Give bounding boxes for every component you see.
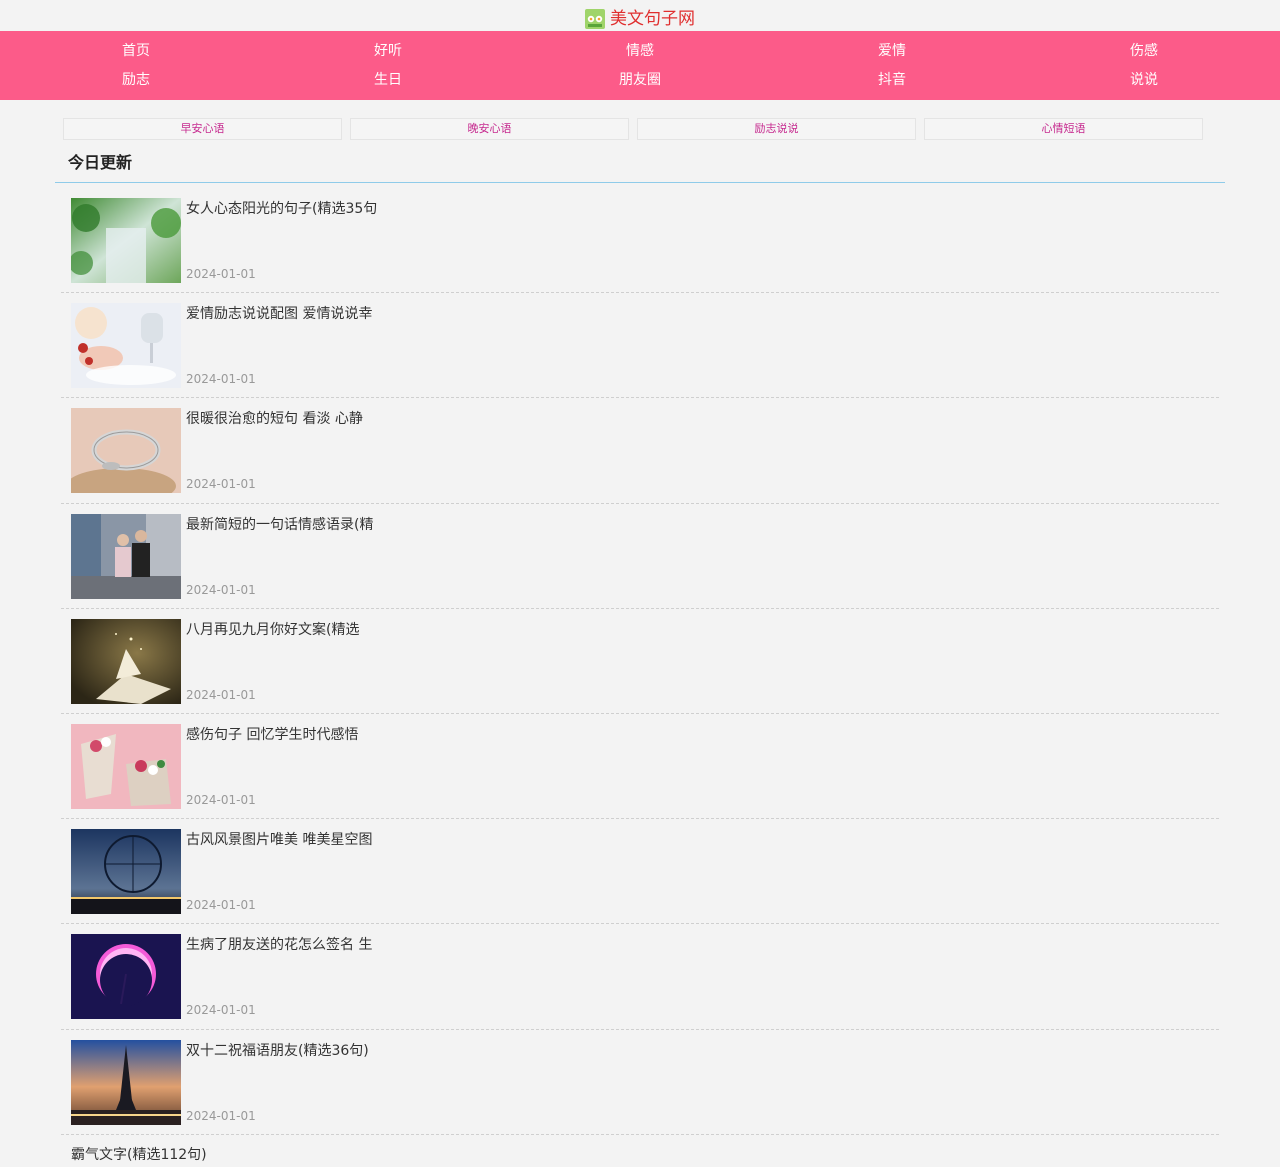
nav-item-nice[interactable]: 好听	[262, 37, 514, 66]
nav-item-shuoshuo[interactable]: 说说	[1018, 66, 1270, 95]
quick-link-inspire[interactable]: 励志说说	[637, 118, 916, 140]
article-thumbnail[interactable]	[71, 829, 181, 915]
nav-item-home[interactable]: 首页	[10, 37, 262, 66]
article-title[interactable]: 最新简短的一句话情感语录(精	[186, 515, 373, 535]
article-date: 2024-01-01	[186, 582, 256, 597]
nav-item-inspire[interactable]: 励志	[10, 66, 262, 95]
nav-item-birthday[interactable]: 生日	[262, 66, 514, 95]
site-name: 美文句子网	[610, 9, 695, 29]
article-title[interactable]: 女人心态阳光的句子(精选35句	[186, 199, 377, 219]
list-item[interactable]: 女人心态阳光的句子(精选35句 2024-01-01	[61, 188, 1219, 294]
list-item[interactable]: 双十二祝福语朋友(精选36句) 2024-01-01	[61, 1030, 1219, 1135]
article-list: 女人心态阳光的句子(精选35句 2024-01-01 爱情励志说说配图 爱情说说…	[61, 188, 1219, 1135]
article-title[interactable]: 双十二祝福语朋友(精选36句)	[186, 1041, 369, 1061]
article-title[interactable]: 很暖很治愈的短句 看淡 心静	[186, 409, 363, 429]
article-date: 2024-01-01	[186, 477, 256, 492]
nav-item-emotion[interactable]: 情感	[514, 37, 766, 66]
site-header: 美文句子网	[0, 0, 1280, 31]
article-title[interactable]: 感伤句子 回忆学生时代感悟	[186, 725, 358, 745]
list-item[interactable]: 最新简短的一句话情感语录(精 2024-01-01	[61, 504, 1219, 609]
article-date: 2024-01-01	[186, 267, 256, 281]
open-book-image	[71, 618, 181, 704]
section-divider	[55, 182, 1225, 183]
main-nav: 首页 好听 情感 爱情 伤感 励志 生日 朋友圈 抖音 说说	[0, 31, 1280, 100]
article-thumbnail[interactable]	[71, 1039, 181, 1125]
article-thumbnail[interactable]	[71, 303, 181, 389]
list-item[interactable]: 八月再见九月你好文案(精选 2024-01-01	[61, 609, 1219, 714]
couple-street-image	[71, 513, 181, 599]
flower-logo-icon	[585, 9, 605, 29]
crescent-moon-image	[71, 934, 181, 1020]
article-date: 2024-01-01	[186, 687, 256, 702]
article-title[interactable]: 八月再见九月你好文案(精选	[186, 620, 359, 640]
nav-item-moments[interactable]: 朋友圈	[514, 66, 766, 95]
quick-link-morning[interactable]: 早安心语	[63, 118, 342, 140]
green-leaves-image	[71, 198, 181, 283]
article-thumbnail[interactable]	[71, 723, 181, 809]
list-item[interactable]: 爱情励志说说配图 爱情说说幸 2024-01-01	[61, 293, 1219, 399]
article-thumbnail[interactable]	[71, 513, 181, 599]
list-item[interactable]: 古风风景图片唯美 唯美星空图 2024-01-01	[61, 819, 1219, 925]
flower-bouquet-image	[71, 723, 181, 809]
article-thumbnail[interactable]	[71, 198, 181, 283]
article-date: 2024-01-01	[186, 1003, 256, 1018]
article-thumbnail[interactable]	[71, 934, 181, 1020]
article-date: 2024-01-01	[186, 372, 256, 387]
site-logo-link[interactable]: 美文句子网	[585, 8, 695, 30]
article-title[interactable]: 生病了朋友送的花怎么签名 生	[186, 935, 372, 955]
wine-glasses-image	[71, 303, 181, 389]
quick-link-mood[interactable]: 心情短语	[924, 118, 1203, 140]
nav-item-sad[interactable]: 伤感	[1018, 37, 1270, 66]
ferris-wheel-night-image	[71, 829, 181, 915]
article-date: 2024-01-01	[186, 792, 256, 807]
article-title-partial[interactable]: 霸气文字(精选112句)	[71, 1145, 207, 1165]
article-thumbnail[interactable]	[71, 618, 181, 704]
list-item[interactable]: 感伤句子 回忆学生时代感悟 2024-01-01	[61, 714, 1219, 820]
article-title[interactable]: 古风风景图片唯美 唯美星空图	[186, 830, 372, 850]
silver-ring-image	[71, 408, 181, 494]
section-title: 今日更新	[68, 153, 133, 172]
list-item[interactable]: 很暖很治愈的短句 看淡 心静 2024-01-01	[61, 398, 1219, 504]
quick-link-night[interactable]: 晚安心语	[350, 118, 629, 140]
eiffel-tower-sunset-image	[71, 1039, 181, 1125]
article-thumbnail[interactable]	[71, 408, 181, 494]
quick-links: 早安心语 晚安心语 励志说说 心情短语	[63, 118, 1203, 140]
nav-item-douyin[interactable]: 抖音	[766, 66, 1018, 95]
list-item[interactable]: 生病了朋友送的花怎么签名 生 2024-01-01	[61, 924, 1219, 1030]
article-title[interactable]: 爱情励志说说配图 爱情说说幸	[186, 304, 372, 324]
article-date: 2024-01-01	[186, 1108, 256, 1123]
article-date: 2024-01-01	[186, 898, 256, 913]
nav-item-love[interactable]: 爱情	[766, 37, 1018, 66]
